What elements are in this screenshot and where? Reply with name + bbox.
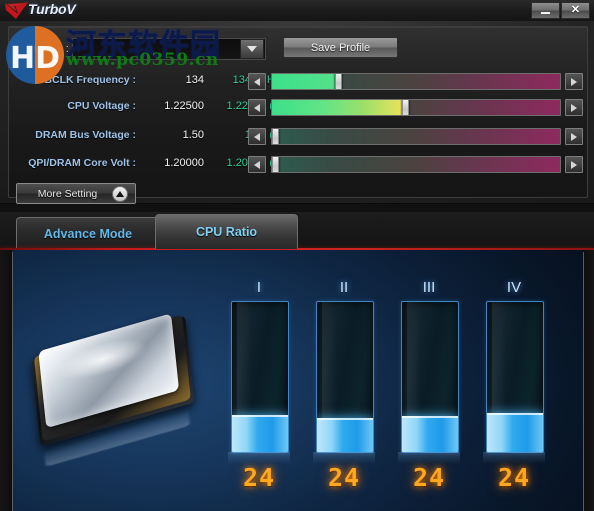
chevron-down-icon[interactable]: [240, 39, 264, 59]
content-left-border: [0, 250, 12, 511]
window-controls: ✕: [531, 2, 590, 19]
close-icon: ✕: [570, 4, 581, 16]
minimize-icon: [541, 12, 550, 14]
parameter-current-value: 1.22500: [164, 100, 204, 112]
cpu-ratio-panel: I 24 II 24 III 24 IV 24: [0, 250, 594, 511]
core-ratio-gauge-4[interactable]: [486, 301, 544, 453]
core-ratio-value: 24: [412, 463, 446, 492]
app-title: TurboV: [28, 1, 76, 17]
core-index-label: III: [422, 279, 436, 296]
slider-fill: [272, 100, 402, 115]
parameter-label: BCLK Frequency :: [44, 74, 136, 86]
parameter-current-value: 134: [185, 74, 204, 86]
core-ratio-gauge-3[interactable]: [401, 301, 459, 453]
increment-button-dram-bus-voltage[interactable]: [565, 128, 583, 145]
decrement-button-bclk[interactable]: [248, 73, 266, 90]
app-logo: TurboV: [2, 0, 122, 21]
gauge-fill-cap: [232, 414, 288, 417]
gauge-fill-cap: [317, 417, 373, 420]
profiles-row: Profiles : Save Profile: [8, 34, 586, 60]
slider-track-dram-bus-voltage[interactable]: [271, 128, 561, 145]
core-ratio-column-1: I 24: [228, 278, 290, 492]
decrement-button-cpu-voltage[interactable]: [248, 99, 266, 116]
decrement-button-qpi-dram-core-volt[interactable]: [248, 156, 266, 173]
core-index-label: IV: [506, 279, 522, 296]
cpu-gloss-highlight: [56, 331, 149, 387]
gauge-fill-cap: [402, 416, 458, 418]
tab-bar: Advance Mode CPU Ratio: [0, 212, 594, 249]
parameter-row-qpi-dram-core-volt: QPI/DRAM Core Volt : 1.20000 1.20000 (V): [0, 154, 594, 173]
decrement-button-dram-bus-voltage[interactable]: [248, 128, 266, 145]
core-ratio-gauge-1[interactable]: [231, 301, 289, 453]
slider-handle-qpi-dram-core-volt[interactable]: [272, 157, 279, 172]
title-bar: TurboV ✕: [0, 0, 594, 22]
increment-button-qpi-dram-core-volt[interactable]: [565, 156, 583, 173]
parameter-label: CPU Voltage :: [67, 100, 136, 112]
slider-handle-dram-bus-voltage[interactable]: [272, 129, 279, 144]
save-profile-button[interactable]: Save Profile: [283, 37, 398, 58]
core-ratio-column-4: IV 24: [483, 278, 545, 492]
content-right-border: [583, 250, 594, 511]
slider-track-qpi-dram-core-volt[interactable]: [271, 156, 561, 173]
increment-button-cpu-voltage[interactable]: [565, 99, 583, 116]
more-setting-button[interactable]: More Setting: [16, 183, 136, 204]
core-ratio-column-3: III 24: [398, 278, 460, 492]
gauge-fill: [232, 414, 288, 452]
gauge-fill-cap: [487, 413, 543, 415]
slider-track-bclk[interactable]: [271, 73, 561, 90]
increment-button-bclk[interactable]: [565, 73, 583, 90]
chevron-up-icon: [112, 185, 128, 202]
tab-cpu-ratio[interactable]: CPU Ratio: [155, 214, 298, 249]
core-ratio-gauge-2[interactable]: [316, 301, 374, 453]
slider-handle-cpu-voltage[interactable]: [401, 100, 409, 115]
parameter-label: DRAM Bus Voltage :: [35, 129, 136, 141]
profiles-label: Profiles :: [26, 43, 69, 55]
core-ratio-value: 24: [327, 463, 361, 492]
tab-advance-mode[interactable]: Advance Mode: [16, 217, 160, 249]
core-index-label: II: [339, 279, 349, 296]
parameter-row-bclk: BCLK Frequency : 134 134 (MHz): [0, 71, 594, 90]
parameter-row-cpu-voltage: CPU Voltage : 1.22500 1.22500 (V): [0, 97, 594, 116]
core-ratio-column-2: II 24: [313, 278, 375, 492]
slider-track-cpu-voltage[interactable]: [271, 99, 561, 116]
parameter-current-value: 1.20000: [164, 157, 204, 169]
gauge-fill: [317, 417, 373, 452]
core-index-label: I: [256, 279, 262, 296]
core-ratio-group: I 24 II 24 III 24 IV 24: [228, 278, 558, 503]
cpu-chip-image: [18, 313, 218, 467]
more-setting-label: More Setting: [37, 187, 98, 200]
slider-fill: [272, 74, 336, 89]
gauge-fill: [402, 416, 458, 452]
parameter-current-value: 1.50: [182, 129, 204, 141]
parameter-label: QPI/DRAM Core Volt :: [28, 157, 136, 169]
minimize-button[interactable]: [531, 2, 560, 19]
profile-select[interactable]: [72, 38, 266, 60]
core-ratio-value: 24: [497, 463, 531, 492]
gauge-fill: [487, 413, 543, 452]
close-button[interactable]: ✕: [561, 2, 590, 19]
parameter-row-dram-bus-voltage: DRAM Bus Voltage : 1.50 1.50 (V): [0, 126, 594, 145]
turbov-window: TurboV ✕ Profiles : Save Profile BCLK Fr…: [0, 0, 594, 511]
slider-handle-bclk[interactable]: [335, 74, 343, 89]
core-ratio-value: 24: [242, 463, 276, 492]
